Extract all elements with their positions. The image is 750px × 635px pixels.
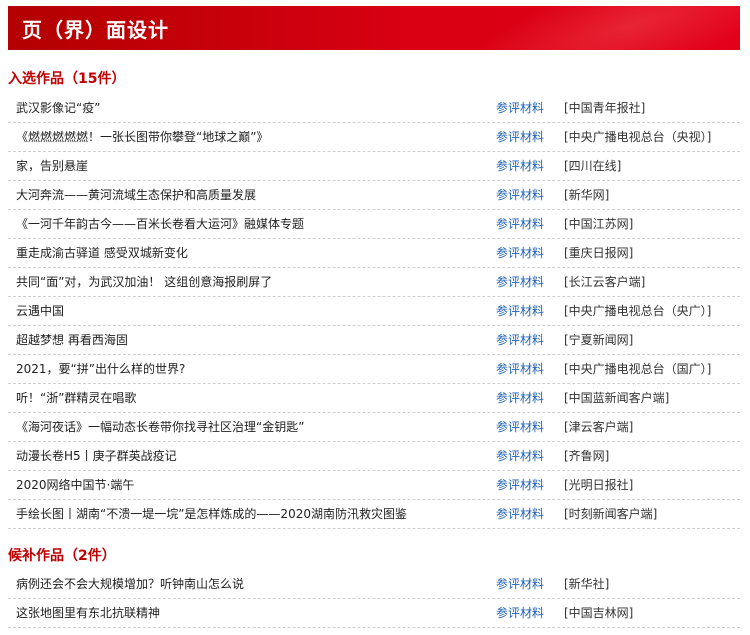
- reference-material-link[interactable]: 参评材料: [496, 326, 544, 354]
- work-source: [齐鲁网]: [564, 449, 610, 463]
- work-source: [中央广播电视总台（央视）]: [564, 130, 712, 144]
- work-title: 重走成渝古驿道 感受双城新变化: [16, 246, 188, 260]
- section-title-alternate: 候补作品（2件）: [8, 548, 116, 564]
- list-item: 《海河夜话》一幅动态长卷带你找寻社区治理“金钥匙” 参评材料 [津云客户端]: [8, 413, 740, 442]
- work-title: 《海河夜话》一幅动态长卷带你找寻社区治理“金钥匙”: [16, 420, 305, 434]
- reference-material-link[interactable]: 参评材料: [496, 123, 544, 151]
- page-title: 页（界）面设计: [22, 18, 169, 42]
- reference-material-link[interactable]: 参评材料: [496, 384, 544, 412]
- work-title: 家，告别悬崖: [16, 159, 89, 173]
- reference-material-link[interactable]: 参评材料: [496, 471, 544, 499]
- list-item: 病例还会不会大规模增加？听钟南山怎么说 参评材料 [新华社]: [8, 570, 740, 599]
- reference-material-link[interactable]: 参评材料: [496, 413, 544, 441]
- work-title: 听！“浙”群精灵在唱歌: [16, 391, 137, 405]
- work-title: 《一河千年韵古今——百米长卷看大运河》融媒体专题: [16, 217, 305, 231]
- work-source: [津云客户端]: [564, 420, 634, 434]
- work-source: [中央广播电视总台（国广）]: [564, 362, 712, 376]
- work-title: 大河奔流——黄河流域生态保护和高质量发展: [16, 188, 257, 202]
- alternate-works-list: 病例还会不会大规模增加？听钟南山怎么说 参评材料 [新华社] 这张地图里有东北抗联精…: [8, 570, 740, 628]
- work-source: [中国吉林网]: [564, 606, 634, 620]
- reference-material-link[interactable]: 参评材料: [496, 570, 544, 598]
- work-title: 手绘长图丨湖南“不溃一堤一垸”是怎样炼成的——2020湖南防汛救灾图鉴: [16, 507, 407, 521]
- reference-material-link[interactable]: 参评材料: [496, 599, 544, 627]
- list-item: 共同“面”对，为武汉加油！ 这组创意海报刷屏了 参评材料 [长江云客户端]: [8, 268, 740, 297]
- work-title: 武汉影像记“疫”: [16, 101, 101, 115]
- list-item: 超越梦想 再看西海固 参评材料 [宁夏新闻网]: [8, 326, 740, 355]
- work-title: 《燃燃燃燃燃！一张长图带你攀登“地球之巅”》: [16, 130, 269, 144]
- work-source: [宁夏新闻网]: [564, 333, 634, 347]
- reference-material-link[interactable]: 参评材料: [496, 297, 544, 325]
- reference-material-link[interactable]: 参评材料: [496, 500, 544, 528]
- reference-material-link[interactable]: 参评材料: [496, 239, 544, 267]
- reference-material-link[interactable]: 参评材料: [496, 181, 544, 209]
- work-source: [四川在线]: [564, 159, 622, 173]
- work-title: 2020网络中国节·端午: [16, 478, 135, 492]
- work-source: [时刻新闻客户端]: [564, 507, 658, 521]
- work-title: 云遇中国: [16, 304, 65, 318]
- reference-material-link[interactable]: 参评材料: [496, 268, 544, 296]
- work-source: [中国青年报社]: [564, 101, 646, 115]
- work-source: [新华网]: [564, 188, 610, 202]
- list-item: 2020网络中国节·端午 参评材料 [光明日报社]: [8, 471, 740, 500]
- list-item: 重走成渝古驿道 感受双城新变化 参评材料 [重庆日报网]: [8, 239, 740, 268]
- page-banner: 页（界）面设计: [8, 6, 740, 50]
- work-source: [长江云客户端]: [564, 275, 646, 289]
- work-title: 2021，要“拼”出什么样的世界?: [16, 362, 186, 376]
- list-item: 大河奔流——黄河流域生态保护和高质量发展 参评材料 [新华网]: [8, 181, 740, 210]
- list-item: 《燃燃燃燃燃！一张长图带你攀登“地球之巅”》 参评材料 [中央广播电视总台（央视）]: [8, 123, 740, 152]
- work-source: [中国江苏网]: [564, 217, 634, 231]
- reference-material-link[interactable]: 参评材料: [496, 152, 544, 180]
- work-source: [中国蓝新闻客户端]: [564, 391, 670, 405]
- work-title: 这张地图里有东北抗联精神: [16, 606, 161, 620]
- list-item: 听！“浙”群精灵在唱歌 参评材料 [中国蓝新闻客户端]: [8, 384, 740, 413]
- reference-material-link[interactable]: 参评材料: [496, 210, 544, 238]
- list-item: 家，告别悬崖 参评材料 [四川在线]: [8, 152, 740, 181]
- reference-material-link[interactable]: 参评材料: [496, 442, 544, 470]
- work-title: 共同“面”对，为武汉加油！ 这组创意海报刷屏了: [16, 275, 273, 289]
- list-item: 云遇中国 参评材料 [中央广播电视总台（央广）]: [8, 297, 740, 326]
- work-source: [中央广播电视总台（央广）]: [564, 304, 712, 318]
- work-title: 动漫长卷H5丨庚子群英战疫记: [16, 449, 177, 463]
- list-item: 武汉影像记“疫” 参评材料 [中国青年报社]: [8, 94, 740, 123]
- section-title-selected: 入选作品（15件）: [8, 71, 126, 87]
- list-item: 手绘长图丨湖南“不溃一堤一垸”是怎样炼成的——2020湖南防汛救灾图鉴 参评材料 […: [8, 500, 740, 529]
- reference-material-link[interactable]: 参评材料: [496, 94, 544, 122]
- work-source: [重庆日报网]: [564, 246, 634, 260]
- reference-material-link[interactable]: 参评材料: [496, 355, 544, 383]
- list-item: 这张地图里有东北抗联精神 参评材料 [中国吉林网]: [8, 599, 740, 628]
- selected-works-list: 武汉影像记“疫” 参评材料 [中国青年报社] 《燃燃燃燃燃！一张长图带你攀登“地球之…: [8, 94, 740, 529]
- work-source: [新华社]: [564, 577, 610, 591]
- work-source: [光明日报社]: [564, 478, 634, 492]
- list-item: 《一河千年韵古今——百米长卷看大运河》融媒体专题 参评材料 [中国江苏网]: [8, 210, 740, 239]
- list-item: 2021，要“拼”出什么样的世界? 参评材料 [中央广播电视总台（国广）]: [8, 355, 740, 384]
- work-title: 病例还会不会大规模增加？听钟南山怎么说: [16, 577, 245, 591]
- list-item: 动漫长卷H5丨庚子群英战疫记 参评材料 [齐鲁网]: [8, 442, 740, 471]
- work-title: 超越梦想 再看西海固: [16, 333, 128, 347]
